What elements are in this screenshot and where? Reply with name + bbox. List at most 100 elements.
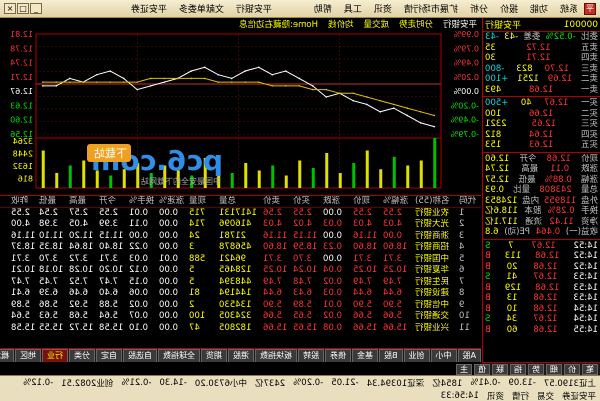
column-header[interactable]: 涨跌 xyxy=(323,196,353,207)
maximize-button[interactable]: □ xyxy=(17,3,29,14)
status-item[interactable]: 交易 xyxy=(537,390,554,401)
column-header[interactable]: 涨幅% xyxy=(383,196,415,207)
menu-item[interactable]: 扩展市场行情 xyxy=(398,2,464,15)
market-tab[interactable]: 地区 xyxy=(15,349,42,362)
column-header[interactable]: 代码 xyxy=(459,196,481,207)
market-tab[interactable]: 股转 xyxy=(298,349,325,362)
table-row[interactable]: 5 中国银行 3.71 3.71 0.00 3.70 3.71 96421 588 0.01 0.0… xyxy=(0,254,481,266)
market-tab[interactable]: 行业 xyxy=(42,349,69,362)
menu-item[interactable]: 报价 xyxy=(494,2,524,15)
row-label: 卖二 xyxy=(580,74,598,84)
table-row[interactable]: 8 建设银行 6.44 6.44 0.03 6.43 6.44 144194 81 0.00 0.0… xyxy=(0,288,481,300)
market-tab[interactable]: 分类 xyxy=(69,349,96,362)
table-cell: 15.58 xyxy=(99,322,124,333)
menu-item[interactable]: 资讯 xyxy=(368,2,398,15)
column-header[interactable]: 最低 xyxy=(39,196,69,207)
chart-header-item[interactable]: 分时走势 xyxy=(399,18,433,30)
market-tab[interactable]: B股 xyxy=(379,349,403,362)
menu-item[interactable]: 帮助 xyxy=(308,2,338,15)
intraday-chart[interactable]: 平安银行 分时走势 成交量 均价线 Home:隐藏右边信息 12.81 12.78 12.7… xyxy=(0,18,481,196)
volume-bar xyxy=(392,156,396,188)
volume-bar xyxy=(352,163,356,188)
quote-row: 卖三 12.70 823 -800 xyxy=(483,64,600,75)
table-row[interactable]: 1 农业银行 2.55 2.55 0.00 2.55 2.56 1417131 715 0.00 0… xyxy=(0,208,481,220)
column-header[interactable]: 最高 xyxy=(69,196,99,207)
broker-link[interactable]: 平安证券 xyxy=(125,2,173,15)
table-row[interactable]: 3 浙商银行 0.00 11.16 0.00 11.15 11.16 21781 24 0.00 0… xyxy=(0,231,481,243)
table-row[interactable]: 10 交通银行 5.66 5.66 0.02 5.65 5.66 324305 100 0.00 0… xyxy=(0,311,481,323)
broker-link[interactable]: 文献单委多 xyxy=(173,2,230,15)
row-value: 12.71 xyxy=(526,53,551,63)
market-tab[interactable]: 全球指数 xyxy=(158,349,201,362)
quote-tab[interactable]: 联 xyxy=(492,363,508,375)
status-item[interactable]: 行情 xyxy=(512,390,529,401)
stock-list-table[interactable]: 代码 名称(55) 涨幅% 现价 涨跌 买价 卖价 总量 现量 涨速% 换手% 今开 最高 最低 昨收 1农… xyxy=(0,196,481,348)
table-cell: 7.49 xyxy=(383,276,402,287)
status-item: 14:56:33 xyxy=(440,390,479,401)
table-cell: 324305 xyxy=(219,311,252,321)
column-header[interactable]: 换手% xyxy=(129,196,159,207)
app-logo-icon[interactable]: 平 xyxy=(584,2,596,15)
market-tab[interactable]: 中小 xyxy=(430,349,457,362)
chart-header-item[interactable]: 均价线 xyxy=(328,18,354,30)
stat-label: PE(动) xyxy=(504,227,530,237)
column-header[interactable]: 涨速% xyxy=(159,196,189,207)
close-button[interactable]: × xyxy=(4,3,16,14)
market-tab[interactable]: 期货 xyxy=(201,349,228,362)
chart-header-item[interactable]: Home:隐藏右边信息 xyxy=(239,18,318,30)
quote-tab[interactable]: 笔 xyxy=(582,363,598,375)
quote-tab[interactable]: 主 xyxy=(456,363,472,375)
column-header[interactable]: 今开 xyxy=(99,196,129,207)
table-cell: 6.40 xyxy=(99,288,118,298)
market-tab[interactable]: 港股 xyxy=(228,349,255,362)
market-tab[interactable]: 基金 xyxy=(352,349,379,362)
table-row[interactable]: 2 光大银行 4.03 4.03 0.03 4.02 4.03 416096 714 0.00 0.… xyxy=(0,219,481,231)
tick-volume: 129 xyxy=(504,282,522,293)
quote-tab[interactable]: 细 xyxy=(546,363,562,375)
table-cell: 2.56 xyxy=(263,207,282,218)
menu-item[interactable]: 系统 xyxy=(554,2,584,15)
menu-item[interactable]: 工具 xyxy=(338,2,368,15)
status-item[interactable]: 资讯 xyxy=(487,390,504,401)
table-cell: 0.03 xyxy=(323,219,342,229)
table-row[interactable]: 7 民生银行 7.49 7.49 0.02 7.48 7.49 448394 5 0.00 0.15… xyxy=(0,277,481,289)
quote-tab[interactable]: 值 xyxy=(474,363,490,375)
market-tab[interactable]: 创业 xyxy=(403,349,430,362)
table-row[interactable]: 6 华夏银行 10.25 10.25 0.04 10.24 10.25 128465 5 0.00… xyxy=(0,265,481,277)
column-header[interactable]: 名称(55) xyxy=(415,196,459,207)
table-row[interactable]: 9 中信银行 5.90 5.90 0.01 5.89 5.90 134530 2 0.00 0.02… xyxy=(0,300,481,312)
table-cell: 10.25 xyxy=(353,265,378,275)
column-header[interactable]: 买价 xyxy=(293,196,323,207)
broker-link[interactable]: 平安银行 xyxy=(230,2,278,15)
market-tab[interactable]: 自选股 xyxy=(123,349,158,362)
column-header[interactable]: 总量 xyxy=(219,196,263,207)
market-tab[interactable]: 自定 xyxy=(96,349,123,362)
quote-tab[interactable]: 指 xyxy=(510,363,526,375)
market-tab[interactable]: 债券 xyxy=(325,349,352,362)
table-row[interactable]: 4 招商银行 18.60 18.60 0.23 18.59 18.60 456878 3 0.00… xyxy=(0,242,481,254)
table-row[interactable]: 11 兴业银行 15.66 15.66 0.08 15.65 15.66 182805 47 0.… xyxy=(0,323,481,335)
quote-tab[interactable]: 价 xyxy=(564,363,580,375)
chart-header-item[interactable]: 成交量 xyxy=(363,18,389,30)
tick-row: 14:54 12.68 10 B xyxy=(483,304,600,315)
market-tab[interactable]: 概念 xyxy=(0,349,15,362)
quote-tab[interactable]: 势 xyxy=(528,363,544,375)
table-cell: 11.15 xyxy=(293,230,318,241)
column-header[interactable]: 现价 xyxy=(353,196,383,207)
market-tab[interactable]: 板块指数 xyxy=(255,349,298,362)
column-header[interactable]: 昨收 xyxy=(11,196,39,207)
quote-body: 委比 -0.52% 委差 -43 -43 卖五 12.72 35 卖四 12.71 30 卖三 12.7… xyxy=(483,32,600,335)
price-axis-label: 12.60 xyxy=(10,116,33,125)
column-header[interactable]: 现量 xyxy=(189,196,219,207)
table-cell: 11.10 xyxy=(39,230,64,241)
watermark-sub: 下载站 xyxy=(94,146,127,160)
market-tab[interactable]: A股 xyxy=(457,349,481,362)
average-point xyxy=(311,88,314,91)
table-cell: 47 xyxy=(189,322,200,333)
menu-item[interactable]: 功能 xyxy=(524,2,554,15)
minimize-button[interactable]: _ xyxy=(30,3,42,14)
menu-item[interactable]: 分析 xyxy=(464,2,494,15)
table-cell: 2.55 xyxy=(383,207,402,218)
chart-svg[interactable]: 12.8112.7812.7412.7112.6712.6312.6012.56… xyxy=(0,30,481,195)
column-header[interactable]: 卖价 xyxy=(263,196,293,207)
